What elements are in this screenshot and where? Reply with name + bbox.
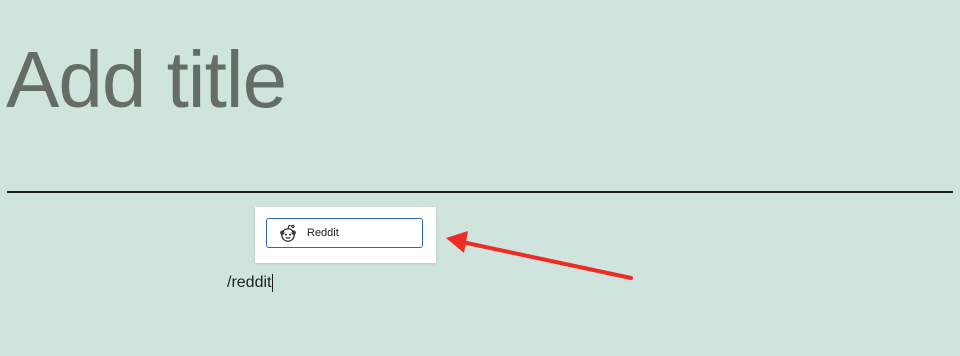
autocomplete-option-reddit[interactable]: Reddit bbox=[266, 218, 423, 248]
title-separator bbox=[7, 191, 953, 193]
block-autocomplete-popover: Reddit bbox=[255, 207, 436, 263]
reddit-icon bbox=[278, 223, 298, 243]
text-caret bbox=[272, 274, 274, 292]
post-title-input[interactable]: Add title bbox=[6, 40, 287, 120]
paragraph-block-input[interactable]: /reddit bbox=[227, 274, 274, 292]
slash-command-text: /reddit bbox=[227, 274, 272, 291]
annotation-arrow-icon bbox=[446, 231, 633, 280]
autocomplete-option-label: Reddit bbox=[307, 227, 339, 239]
